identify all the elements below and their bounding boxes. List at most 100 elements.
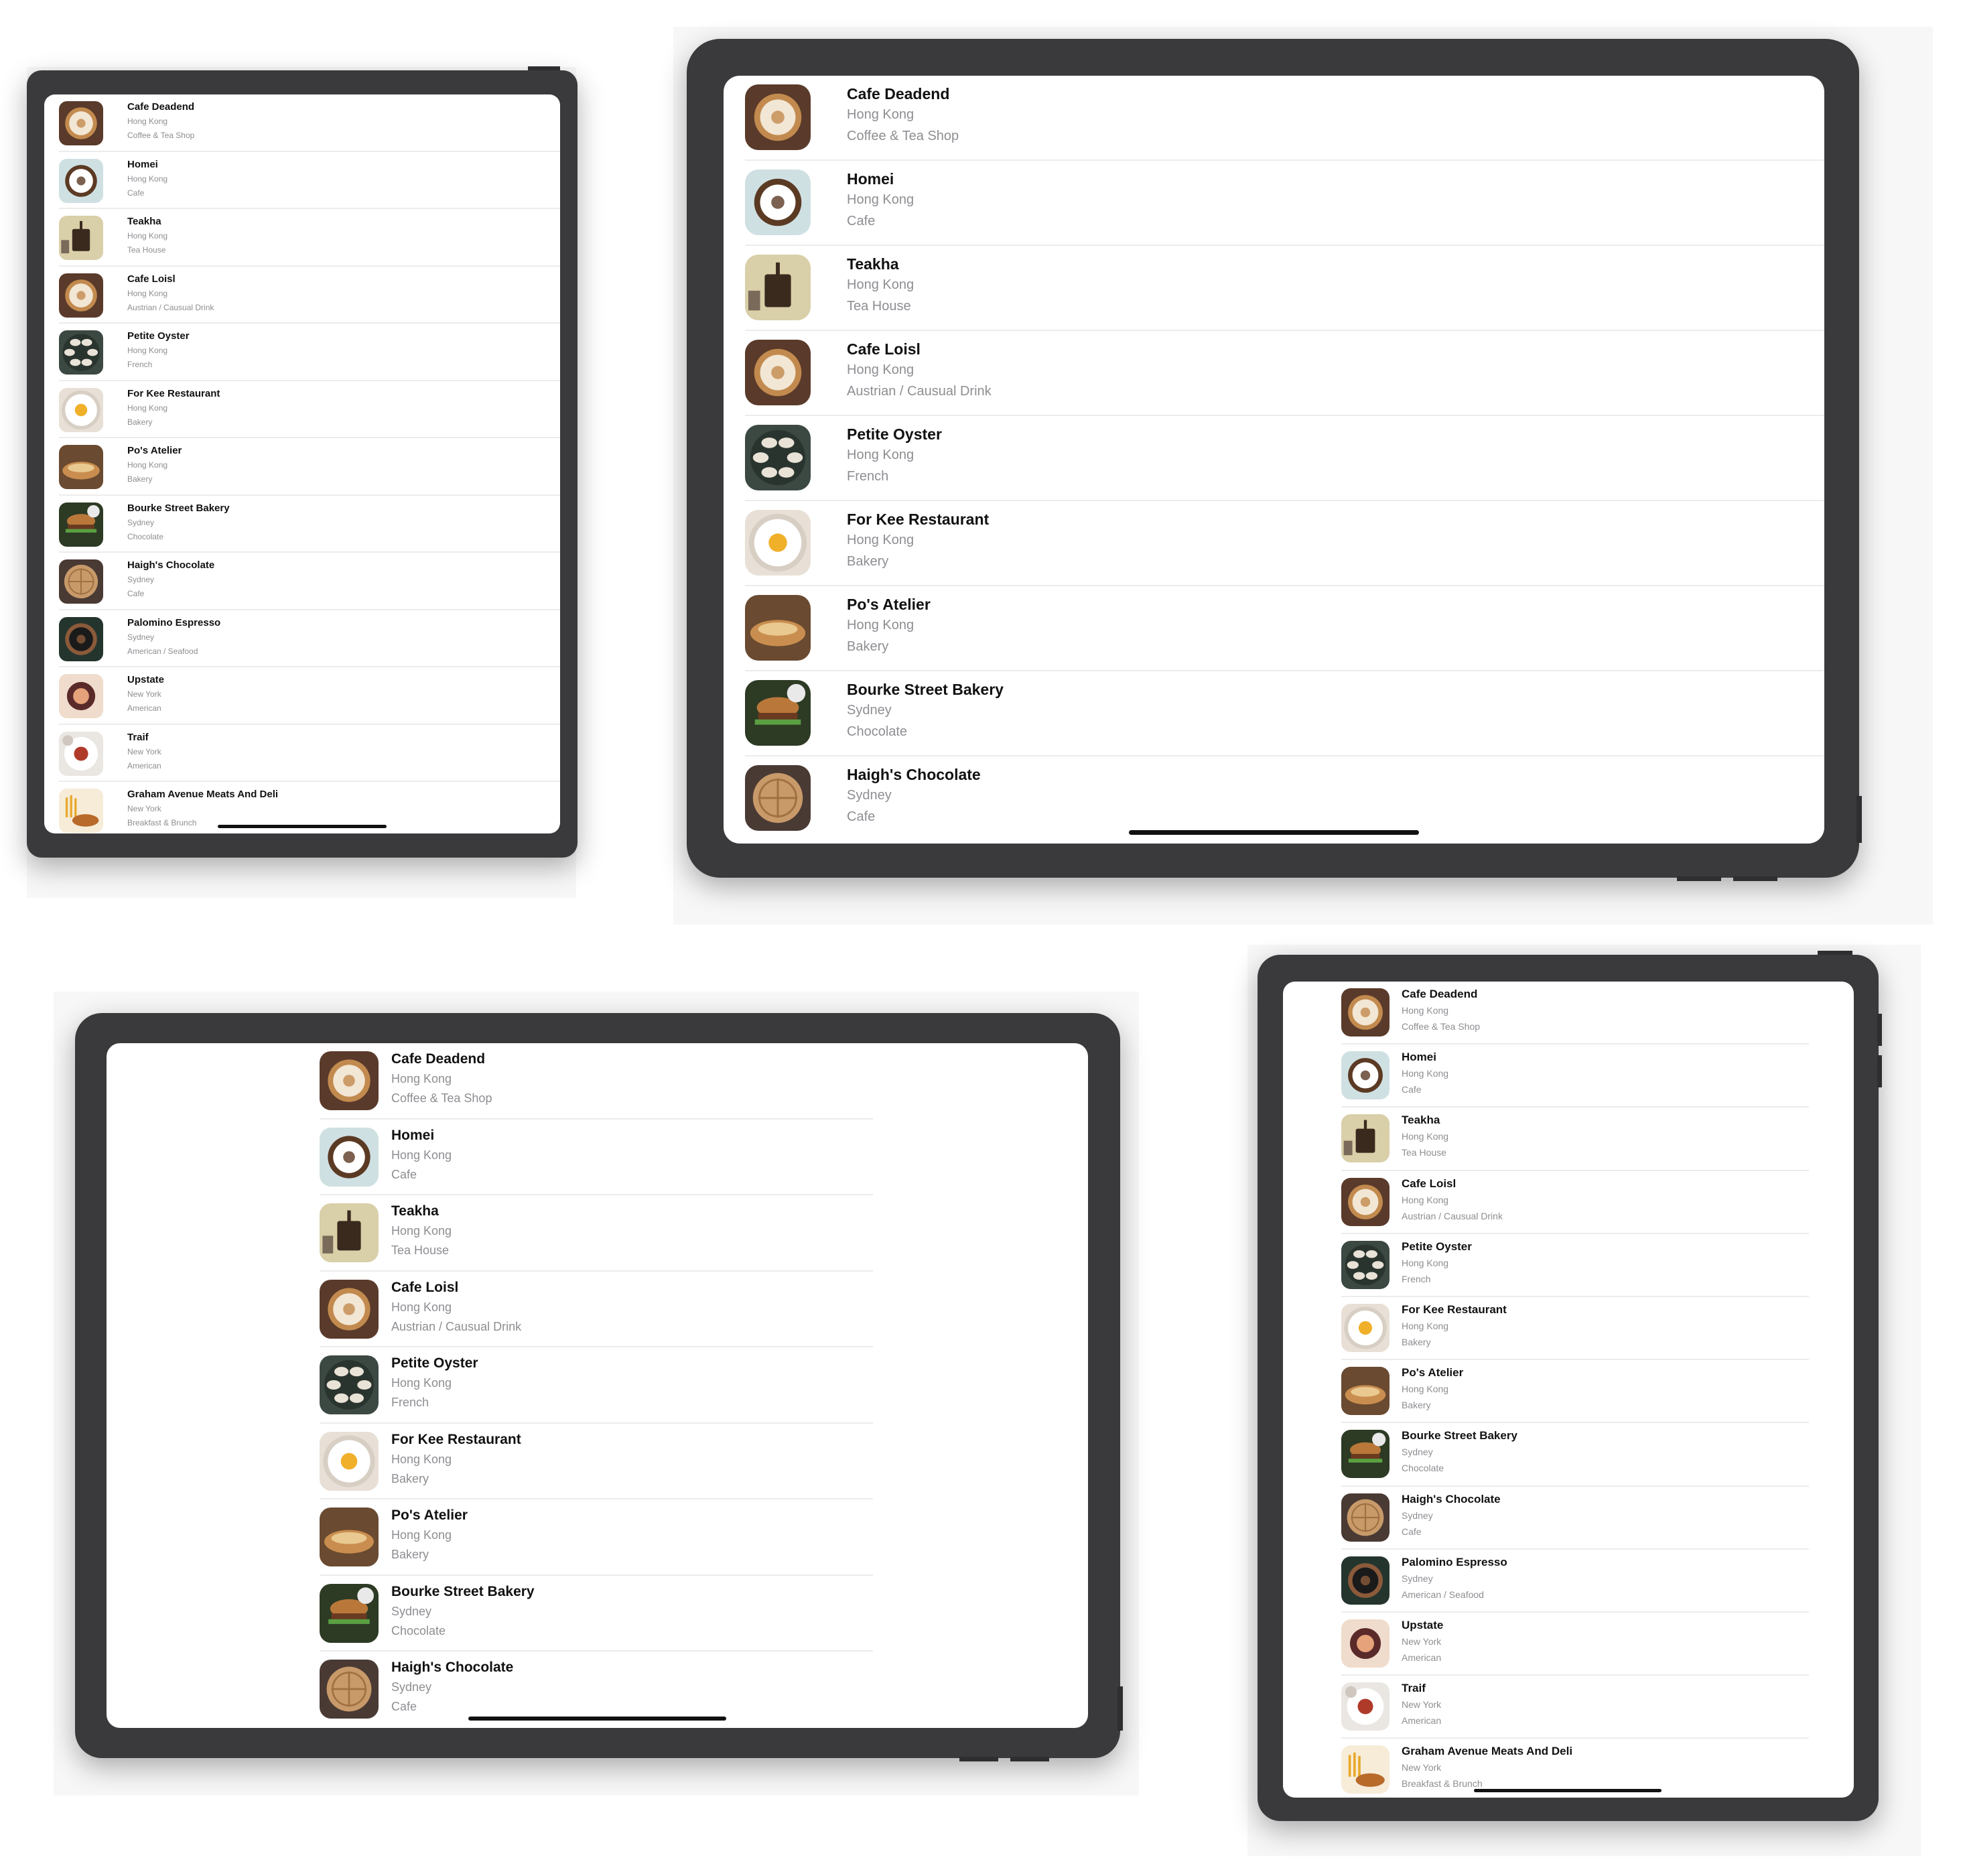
list-item[interactable]: Po's Atelier Hong Kong Bakery — [59, 438, 560, 496]
restaurant-list[interactable]: Cafe Deadend Hong Kong Coffee & Tea Shop H… — [745, 76, 1824, 842]
list-item[interactable]: Traif New York American — [1341, 1676, 1809, 1739]
list-item[interactable]: For Kee Restaurant Hong Kong Bakery — [1341, 1297, 1809, 1361]
restaurant-type: Chocolate — [127, 531, 164, 541]
list-item[interactable]: Cafe Deadend Hong Kong Coffee & Tea Shop — [59, 94, 560, 152]
list-item[interactable]: Petite Oyster Hong Kong French — [745, 416, 1824, 501]
list-item[interactable]: Bourke Street Bakery Sydney Chocolate — [320, 1576, 873, 1652]
restaurant-location: Hong Kong — [1402, 1320, 1449, 1331]
screen: Cafe Deadend Hong Kong Coffee & Tea Shop H… — [724, 76, 1824, 844]
bread-loaf-icon — [745, 595, 811, 661]
list-item[interactable]: Haigh's Chocolate Sydney Cafe — [1341, 1487, 1809, 1550]
restaurant-name: Upstate — [1402, 1618, 1444, 1631]
oyster-platter-icon — [1341, 1240, 1390, 1289]
restaurant-type: Chocolate — [391, 1623, 446, 1637]
list-item[interactable]: Traif New York American — [59, 725, 560, 782]
list-item[interactable]: Cafe Loisl Hong Kong Austrian / Causual Dr… — [320, 1272, 873, 1347]
volume-button — [1677, 876, 1721, 881]
list-item[interactable]: Bourke Street Bakery Sydney Chocolate — [59, 496, 560, 553]
list-item[interactable]: Haigh's Chocolate Sydney Cafe — [59, 553, 560, 610]
restaurant-location: Sydney — [1402, 1510, 1433, 1521]
restaurant-location: Hong Kong — [1402, 1194, 1449, 1205]
list-item[interactable]: Homei Hong Kong Cafe — [320, 1120, 873, 1195]
list-item[interactable]: For Kee Restaurant Hong Kong Bakery — [745, 501, 1824, 586]
restaurant-list[interactable]: Cafe Deadend Hong Kong Coffee & Tea Shop H… — [320, 1043, 873, 1728]
restaurant-name: Graham Avenue Meats And Deli — [127, 789, 279, 800]
restaurant-name: Teakha — [1402, 1114, 1440, 1127]
list-item[interactable]: Upstate New York American — [59, 667, 560, 725]
restaurant-location: New York — [1402, 1699, 1442, 1711]
volume-button — [1877, 1014, 1882, 1046]
restaurant-type: Bakery — [847, 639, 889, 654]
list-item[interactable]: Cafe Loisl Hong Kong Austrian / Causual Dr… — [59, 267, 560, 324]
list-item[interactable]: Cafe Deadend Hong Kong Coffee & Tea Shop — [320, 1043, 873, 1120]
list-item[interactable]: Cafe Deadend Hong Kong Coffee & Tea Shop — [745, 76, 1824, 161]
list-item[interactable]: For Kee Restaurant Hong Kong Bakery — [59, 381, 560, 438]
restaurant-location: Hong Kong — [1402, 1068, 1449, 1079]
restaurant-location: Hong Kong — [391, 1528, 452, 1542]
list-item[interactable]: Homei Hong Kong Cafe — [59, 152, 560, 209]
restaurant-location: Hong Kong — [391, 1224, 452, 1237]
list-item[interactable]: Teakha Hong Kong Tea House — [1341, 1108, 1809, 1171]
list-item[interactable]: Bourke Street Bakery Sydney Chocolate — [1341, 1423, 1809, 1487]
list-item[interactable]: Po's Atelier Hong Kong Bakery — [745, 586, 1824, 671]
restaurant-list[interactable]: Cafe Deadend Hong Kong Coffee & Tea Shop H… — [1341, 982, 1809, 1798]
tea-press-icon — [1341, 1114, 1390, 1163]
screen: Cafe Deadend Hong Kong Coffee & Tea Shop H… — [44, 94, 560, 833]
restaurant-type: Tea House — [847, 299, 911, 314]
restaurant-location: Hong Kong — [127, 231, 168, 241]
restaurant-type: Breakfast & Brunch — [1402, 1778, 1483, 1790]
fried-egg-plate-icon — [320, 1431, 379, 1491]
tea-press-icon — [745, 255, 811, 320]
restaurant-name: Po's Atelier — [127, 445, 182, 456]
restaurant-type: Bakery — [391, 1548, 429, 1561]
burger-icon — [320, 1583, 379, 1643]
side-button — [1856, 796, 1862, 843]
waffle-icon — [59, 559, 103, 604]
latte-art-cup-icon — [59, 273, 103, 318]
restaurant-type: Bakery — [1402, 1400, 1431, 1411]
restaurant-location: Sydney — [391, 1680, 432, 1694]
list-item[interactable]: Bourke Street Bakery Sydney Chocolate — [745, 671, 1824, 756]
latte-art-cup-icon — [1341, 1177, 1390, 1226]
coffee-cup-topdown-icon — [745, 170, 811, 235]
list-item[interactable]: Haigh's Chocolate Sydney Cafe — [745, 756, 1824, 842]
restaurant-location: Hong Kong — [391, 1300, 452, 1314]
list-item[interactable]: Cafe Deadend Hong Kong Coffee & Tea Shop — [1341, 982, 1809, 1045]
list-item[interactable]: Cafe Loisl Hong Kong Austrian / Causual Dr… — [1341, 1171, 1809, 1234]
top-button — [1818, 951, 1852, 955]
restaurant-location: New York — [1402, 1635, 1442, 1647]
list-item[interactable]: Teakha Hong Kong Tea House — [745, 246, 1824, 331]
burger-icon — [59, 502, 103, 547]
list-item[interactable]: For Kee Restaurant Hong Kong Bakery — [320, 1424, 873, 1499]
list-item[interactable]: Po's Atelier Hong Kong Bakery — [1341, 1360, 1809, 1424]
screen: Cafe Deadend Hong Kong Coffee & Tea Shop H… — [107, 1043, 1088, 1728]
restaurant-name: Cafe Deadend — [847, 85, 950, 103]
ipad-landscape-large: Cafe Deadend Hong Kong Coffee & Tea Shop H… — [687, 39, 1862, 881]
list-item[interactable]: Petite Oyster Hong Kong French — [59, 324, 560, 381]
list-item[interactable]: Teakha Hong Kong Tea House — [59, 209, 560, 267]
restaurant-name: Po's Atelier — [1402, 1366, 1464, 1380]
restaurant-type: Tea House — [127, 245, 166, 255]
list-item[interactable]: Petite Oyster Hong Kong French — [1341, 1234, 1809, 1297]
list-item[interactable]: Po's Atelier Hong Kong Bakery — [320, 1499, 873, 1576]
restaurant-type: Tea House — [391, 1244, 450, 1257]
list-item[interactable]: Palomino Espresso Sydney American / Seafoo… — [59, 610, 560, 667]
restaurant-type: Austrian / Causual Drink — [127, 302, 214, 312]
list-item[interactable]: Homei Hong Kong Cafe — [1341, 1045, 1809, 1108]
restaurant-location: Hong Kong — [127, 346, 168, 355]
list-item[interactable]: Palomino Espresso Sydney American / Seafoo… — [1341, 1550, 1809, 1613]
restaurant-location: New York — [127, 689, 161, 699]
screen: Cafe Deadend Hong Kong Coffee & Tea Shop H… — [1283, 982, 1854, 1798]
restaurant-list[interactable]: Cafe Deadend Hong Kong Coffee & Tea Shop H… — [59, 94, 560, 833]
restaurant-type: Coffee & Tea Shop — [1402, 1021, 1481, 1032]
list-item[interactable]: Upstate New York American — [1341, 1613, 1809, 1676]
restaurant-name: For Kee Restaurant — [847, 511, 990, 528]
plated-dish-icon — [1341, 1682, 1390, 1731]
restaurant-location: Hong Kong — [127, 288, 168, 298]
list-item[interactable]: Teakha Hong Kong Tea House — [320, 1195, 873, 1272]
tea-press-icon — [320, 1203, 379, 1262]
list-item[interactable]: Petite Oyster Hong Kong French — [320, 1347, 873, 1424]
restaurant-type: American / Seafood — [127, 646, 198, 656]
list-item[interactable]: Homei Hong Kong Cafe — [745, 161, 1824, 246]
list-item[interactable]: Cafe Loisl Hong Kong Austrian / Causual Dr… — [745, 331, 1824, 416]
